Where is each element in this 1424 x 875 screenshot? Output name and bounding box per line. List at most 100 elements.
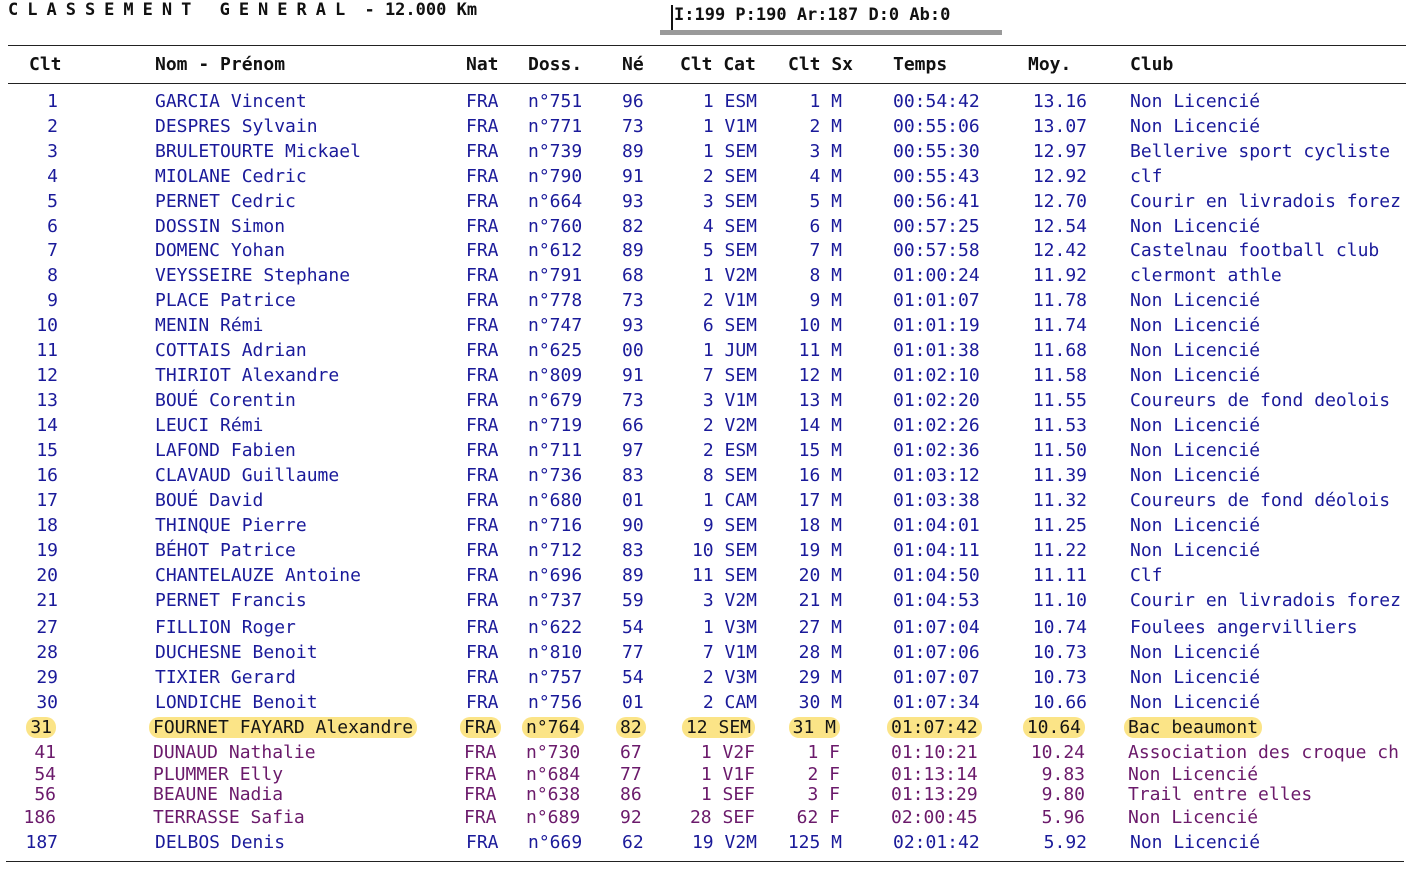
table-row: 2 DESPRES Sylvain FRA n°771 73 1 V1M 2 M 00:55:… [0,116,1424,140]
table-row: 20 CHANTELAUZE Antoine FRA n°696 89 11 SEM 20 … [0,565,1424,589]
cell-clt: 56 [34,784,56,805]
cell-clt: 27 [36,617,58,638]
cell-nat: FRA [466,365,499,386]
cell-club: Coureurs de fond déolois [1130,490,1391,511]
cell-doss: n°716 [528,515,583,536]
cell-ne: 91 [622,166,644,187]
cell-ne: 73 [622,290,644,311]
cell-nat: FRA [466,340,499,361]
cell-moy: 12.92 [1032,166,1087,187]
cell-moy: 11.22 [1032,540,1087,561]
cell-ne: 00 [622,340,644,361]
cell-clt: 29 [36,667,58,688]
cell-clt: 2 [47,116,58,137]
cell-moy: 5.96 [1041,807,1085,828]
cell-temps: 01:01:07 [893,290,980,311]
cell-moy: 12.54 [1032,216,1087,237]
cell-moy: 12.42 [1032,240,1087,261]
cell-clt: 6 [47,216,58,237]
cell-nom: THIRIOT Alexandre [155,365,340,386]
table-row: 11 COTTAIS Adrian FRA n°625 00 1 JUM 11 M 01:01… [0,340,1424,364]
cell-temps: 01:01:38 [893,340,980,361]
cell-nom: VEYSSEIRE Stephane [155,265,351,286]
cell-doss: n°689 [526,807,581,828]
cell-nat: FRA [466,216,499,237]
cell-doss: n°809 [528,365,583,386]
cell-nom: BRULETOURTE Mickael [155,141,361,162]
cell-ne: 01 [622,692,644,713]
cell-doss: n°680 [528,490,583,511]
cell-sx: 27 M [798,617,842,638]
cell-cat: 7 SEM [702,365,757,386]
cell-nat: FRA [466,290,499,311]
cell-club: Non Licencié [1130,91,1261,112]
cell-sx: 62 F [796,807,840,828]
cell-sx: 4 M [809,166,842,187]
cell-temps: 01:02:36 [893,440,980,461]
table-row: 186 TERRASSE Safia FRA n°689 92 28 SEF 62 F 02:… [0,807,1424,831]
cell-club: Foulees angervilliers [1130,617,1358,638]
cell-clt: 187 [25,832,58,853]
cell-moy: 11.58 [1032,365,1087,386]
table-row: 17 BOUÉ David FRA n°680 01 1 CAM 17 M 01:03:38 1… [0,490,1424,514]
cell-nat: FRA [466,390,499,411]
cell-doss: n°764 [522,717,585,738]
cell-ne: 83 [622,465,644,486]
cell-moy: 13.16 [1032,91,1087,112]
cell-cat: 3 V2M [702,590,757,611]
cell-cat: 8 SEM [702,465,757,486]
cell-nom: CLAVAUD Guillaume [155,465,340,486]
cell-ne: 83 [622,540,644,561]
cell-cat: 6 SEM [702,315,757,336]
table-row: 21 PERNET Francis FRA n°737 59 3 V2M 21 M 01:04… [0,590,1424,614]
cell-nat: FRA [466,91,499,112]
cell-ne: 93 [622,315,644,336]
cell-clt: 8 [47,265,58,286]
cell-club: Non Licencié [1130,116,1261,137]
cell-sx: 28 M [798,642,842,663]
cell-nom: BOUÉ David [155,490,264,511]
cell-ne: 82 [622,216,644,237]
table-row: 3 BRULETOURTE Mickael FRA n°739 89 1 SEM 3 M 00… [0,141,1424,165]
cell-sx: 16 M [798,465,842,486]
cell-sx: 6 M [809,216,842,237]
cell-moy: 11.10 [1032,590,1087,611]
cell-cat: 19 V2M [691,832,757,853]
cell-cat: 1 V1M [702,116,757,137]
cell-sx: 2 F [807,764,840,785]
cell-moy: 10.24 [1030,742,1085,763]
table-row: 30 LONDICHE Benoit FRA n°756 01 2 CAM 30 M 01:0… [0,692,1424,716]
cell-nat: FRA [466,490,499,511]
cell-club: Non Licencié [1130,642,1261,663]
cell-sx: 1 F [807,742,840,763]
cell-nat: FRA [466,590,499,611]
cell-nat: FRA [466,440,499,461]
cell-sx: 125 M [787,832,842,853]
table-row: 12 THIRIOT Alexandre FRA n°809 91 7 SEM 12 M 01… [0,365,1424,389]
cell-temps: 00:57:58 [893,240,980,261]
cell-cat: 5 SEM [702,240,757,261]
cell-nat: FRA [466,565,499,586]
cell-ne: 96 [622,91,644,112]
cell-club: Bellerive sport cycliste [1130,141,1391,162]
cell-nat: FRA [464,742,497,763]
cell-sx: 29 M [798,667,842,688]
cell-cat: 7 V1M [702,642,757,663]
cell-temps: 01:07:06 [893,642,980,663]
cell-nom: CHANTELAUZE Antoine [155,565,361,586]
cell-temps: 01:04:11 [893,540,980,561]
cell-nom: DOSSIN Simon [155,216,286,237]
cell-clt: 16 [36,465,58,486]
cell-moy: 11.32 [1032,490,1087,511]
cell-doss: n°679 [528,390,583,411]
cell-clt: 5 [47,191,58,212]
cell-moy: 11.53 [1032,415,1087,436]
cell-nat: FRA [466,692,499,713]
cell-nat: FRA [464,807,497,828]
cell-temps: 01:13:14 [891,764,978,785]
cell-moy: 11.39 [1032,465,1087,486]
cell-clt: 11 [36,340,58,361]
cell-temps: 01:07:04 [893,617,980,638]
cell-sx: 31 M [788,717,840,738]
cell-temps: 00:56:41 [893,191,980,212]
